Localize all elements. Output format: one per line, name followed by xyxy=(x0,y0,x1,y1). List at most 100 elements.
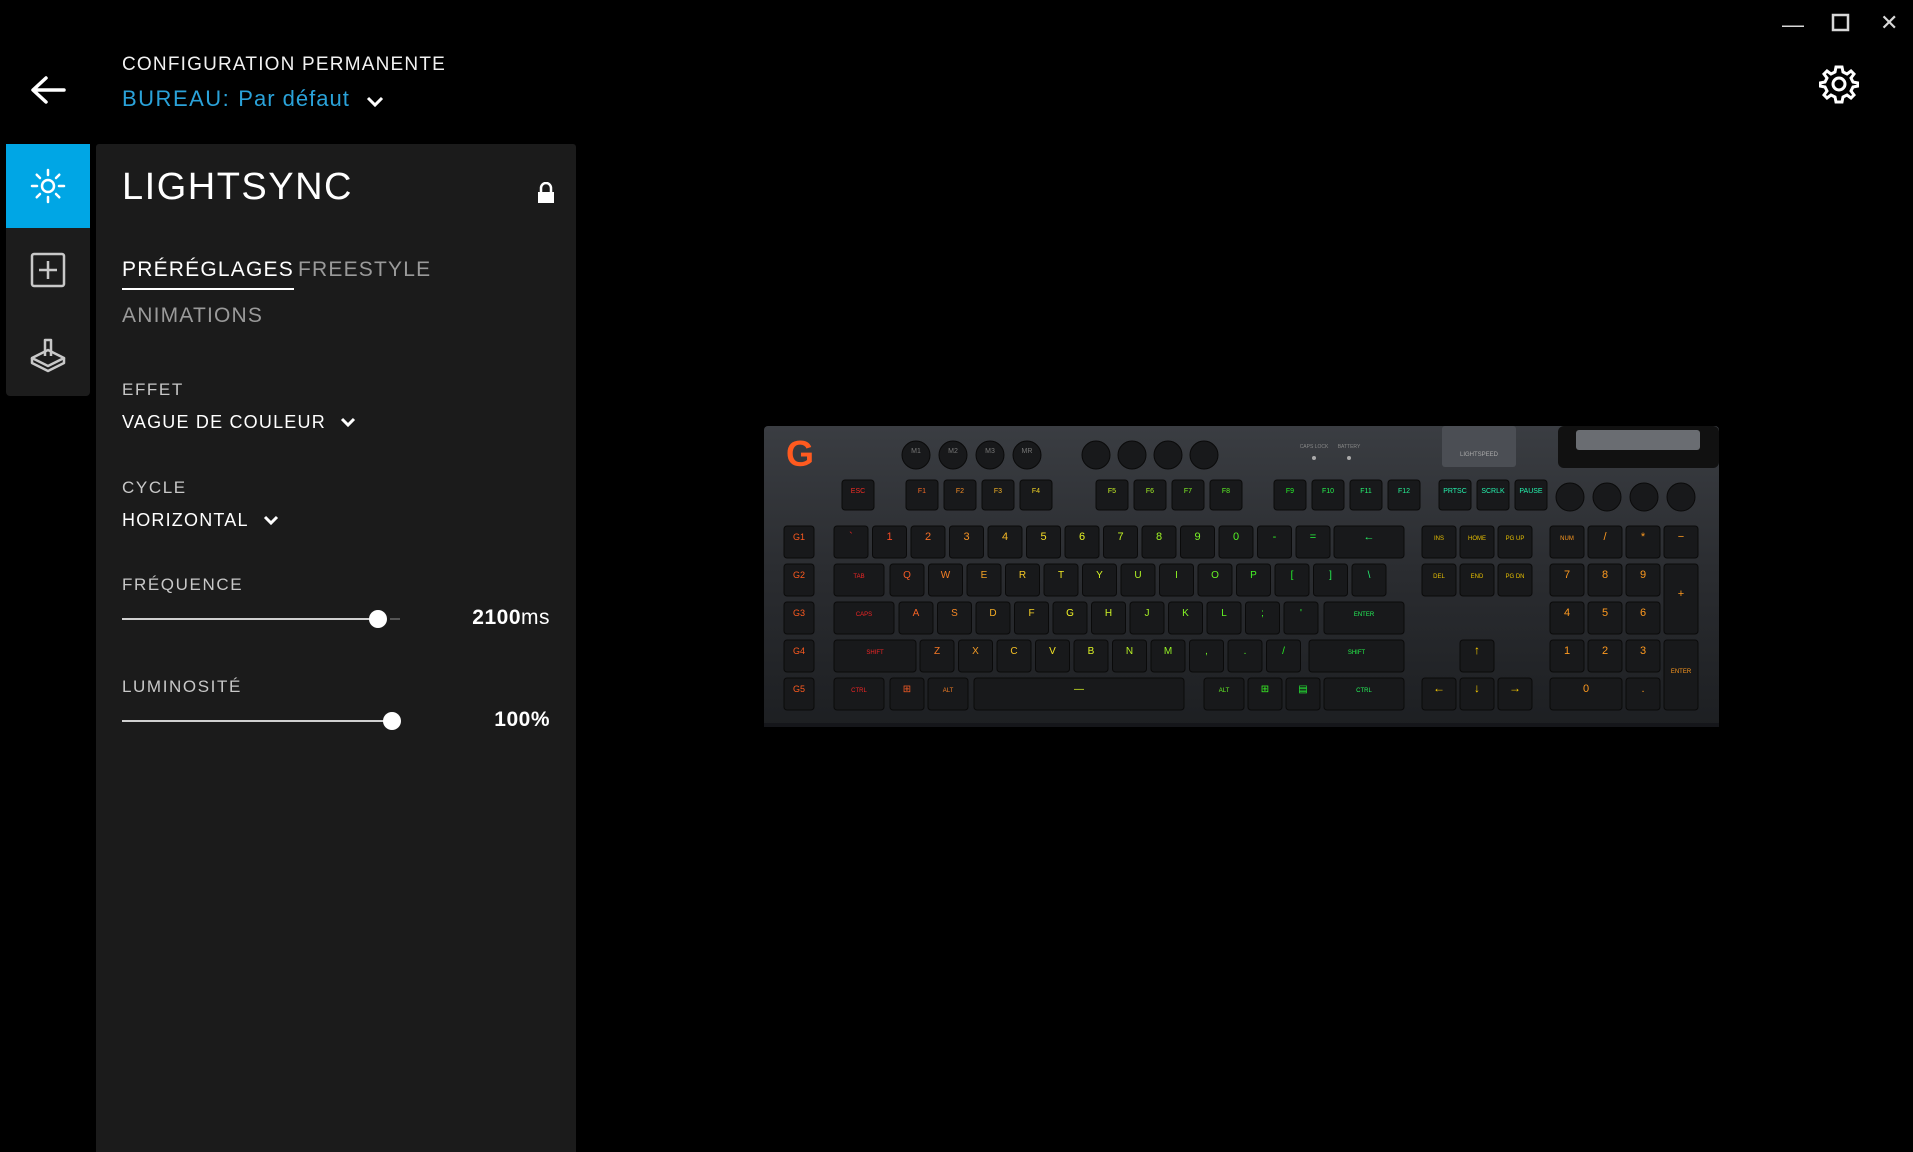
svg-text:F2: F2 xyxy=(956,488,964,495)
media-prev-button xyxy=(1555,482,1585,512)
maximize-button[interactable] xyxy=(1830,12,1852,38)
svg-text:F12: F12 xyxy=(1398,488,1410,495)
key-win-right: ⊞ xyxy=(1247,677,1283,711)
tab-animations[interactable]: ANIMATIONS xyxy=(122,304,263,328)
key-row2-12: \ xyxy=(1351,563,1387,597)
frequency-slider[interactable] xyxy=(122,609,402,629)
key-row3-5: H xyxy=(1091,601,1126,635)
close-button[interactable]: ✕ xyxy=(1880,12,1898,34)
key-row2-8: O xyxy=(1197,563,1233,597)
svg-text:ENTER: ENTER xyxy=(1671,669,1692,675)
svg-text:V: V xyxy=(1049,646,1056,657)
key-win-left: ⊞ xyxy=(889,677,925,711)
cycle-value: HORIZONTAL xyxy=(122,510,249,530)
frequency-slider-knob[interactable] xyxy=(369,610,387,628)
svg-text:4: 4 xyxy=(1564,607,1570,619)
svg-text:]: ] xyxy=(1329,570,1332,581)
svg-text:↑: ↑ xyxy=(1474,643,1480,657)
svg-text:G1: G1 xyxy=(793,532,805,542)
key-row3-9: ; xyxy=(1245,601,1280,635)
svg-text:F11: F11 xyxy=(1360,488,1372,495)
macro-key-m1: M1 xyxy=(901,440,931,470)
back-button[interactable] xyxy=(28,74,68,106)
key-enter: ENTER xyxy=(1323,601,1405,635)
key-numpad-decimal: . xyxy=(1625,677,1661,711)
key-arrow-down: ↓ xyxy=(1459,677,1495,711)
key-numpad-multiply: * xyxy=(1625,525,1661,559)
brightness-slider-knob[interactable] xyxy=(383,712,401,730)
svg-text:L: L xyxy=(1221,608,1227,619)
game-mode-button xyxy=(1153,440,1183,470)
svg-text:6: 6 xyxy=(1079,531,1085,543)
key-row4-6: M xyxy=(1150,639,1186,673)
brightness-slider[interactable] xyxy=(122,711,402,731)
frequency-slider-fill xyxy=(122,618,378,620)
key-f3: F3 xyxy=(981,479,1015,511)
cycle-dropdown[interactable]: HORIZONTAL xyxy=(122,510,279,531)
svg-text:.: . xyxy=(1244,646,1247,657)
svg-text:K: K xyxy=(1182,608,1189,619)
svg-text:Q: Q xyxy=(903,570,911,581)
key-row2-10: [ xyxy=(1274,563,1310,597)
minimize-button[interactable]: — xyxy=(1782,14,1804,36)
lighting-icon xyxy=(30,168,66,204)
wifi-mode-button xyxy=(1081,440,1111,470)
key-shift-left: SHIFT xyxy=(833,639,917,673)
panel-title: LIGHTSYNC xyxy=(122,166,353,208)
tab-freestyle[interactable]: FREESTYLE xyxy=(298,258,431,282)
svg-text:/: / xyxy=(1282,646,1285,657)
bluetooth-mode-button xyxy=(1117,440,1147,470)
svg-text:F4: F4 xyxy=(1032,488,1040,495)
frequency-unit: ms xyxy=(521,606,550,629)
key-menu: ▤ xyxy=(1285,677,1321,711)
key-g1: G1 xyxy=(783,525,815,559)
key-row4-8: . xyxy=(1227,639,1263,673)
key-row2-6: U xyxy=(1120,563,1156,597)
svg-text:C: C xyxy=(1010,646,1017,657)
rail-item-assignments[interactable] xyxy=(6,228,90,312)
svg-text:B: B xyxy=(1088,646,1095,657)
lock-icon[interactable] xyxy=(536,181,556,204)
svg-text:7: 7 xyxy=(1564,569,1570,581)
key-ctrl-right: CTRL xyxy=(1323,677,1405,711)
svg-text:2: 2 xyxy=(925,531,931,543)
key-f9: F9 xyxy=(1273,479,1307,511)
arrow-left-icon xyxy=(31,76,66,104)
svg-text:⊞: ⊞ xyxy=(903,684,911,695)
key-nav-1: HOME xyxy=(1459,525,1495,559)
lightsync-panel: LIGHTSYNC PRÉRÉGLAGES FREESTYLE ANIMATIO… xyxy=(96,144,576,1152)
svg-text:1: 1 xyxy=(886,531,892,543)
brightness-label: LUMINOSITÉ xyxy=(122,677,242,696)
key-backspace: ← xyxy=(1333,525,1405,559)
svg-text:R: R xyxy=(1019,570,1026,581)
svg-text:G3: G3 xyxy=(793,608,805,618)
svg-text:CAPS: CAPS xyxy=(856,612,872,618)
key-numpad-7: 7 xyxy=(1549,563,1585,597)
rail-item-lighting[interactable] xyxy=(6,144,90,228)
profile-prefix: BUREAU: xyxy=(122,86,231,111)
light-mode-button xyxy=(1189,440,1219,470)
svg-text:\: \ xyxy=(1368,570,1371,581)
key-row2-4: T xyxy=(1043,563,1079,597)
key-nav2-0: DEL xyxy=(1421,563,1457,597)
brightness-value: 100% xyxy=(494,708,550,731)
key-num-row-1: 1 xyxy=(872,525,907,559)
tab-presets[interactable]: PRÉRÉGLAGES xyxy=(122,258,294,290)
key-num-row-4: 4 xyxy=(987,525,1023,559)
key-numpad-minus: − xyxy=(1663,525,1699,559)
joystick-icon xyxy=(30,338,66,373)
svg-text:X: X xyxy=(972,646,979,657)
key-row3-4: G xyxy=(1052,601,1088,635)
settings-button[interactable] xyxy=(1818,64,1860,104)
rail-item-game-mode[interactable] xyxy=(6,312,90,396)
key-numpad-3: 3 xyxy=(1625,639,1661,673)
lightspeed-badge xyxy=(1442,426,1516,467)
key-row4-0: Z xyxy=(919,639,955,673)
gear-icon xyxy=(1818,65,1860,104)
effect-dropdown[interactable]: VAGUE DE COULEUR xyxy=(122,412,356,433)
svg-text:H: H xyxy=(1105,608,1112,619)
key-alt-right: ALT xyxy=(1203,677,1245,711)
media-next-button xyxy=(1629,482,1659,512)
svg-text:PG DN: PG DN xyxy=(1505,574,1524,580)
profile-selector[interactable]: BUREAU: Par défaut xyxy=(122,86,384,112)
